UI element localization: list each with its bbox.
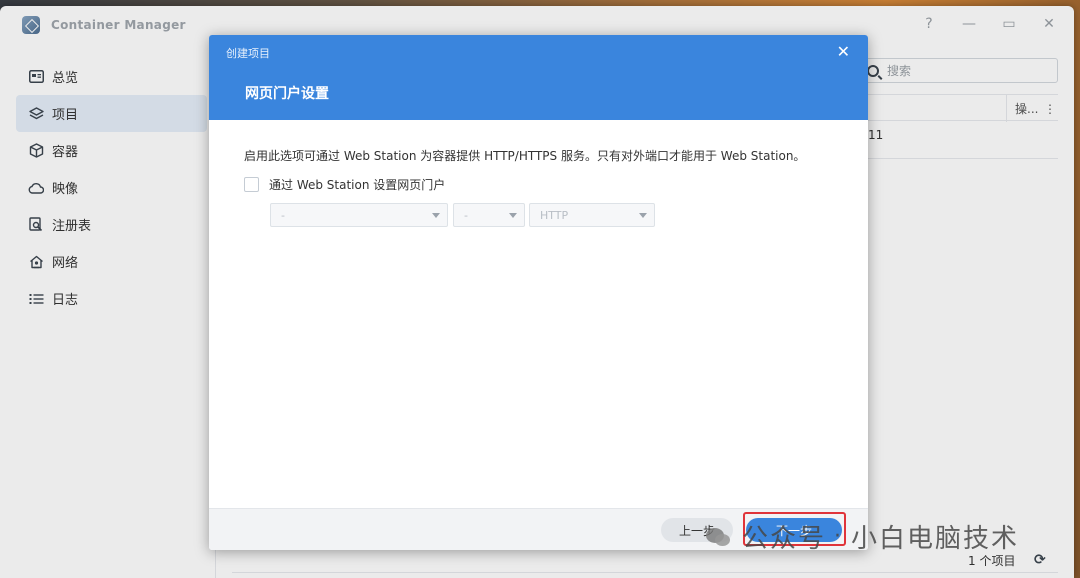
port-select[interactable]: - (453, 203, 525, 227)
close-icon[interactable]: ✕ (837, 42, 850, 61)
watermark-part1: 公众号 (742, 524, 827, 554)
chevron-down-icon (432, 213, 440, 218)
description-text: 启用此选项可通过 Web Station 为容器提供 HTTP/HTTPS 服务… (244, 149, 806, 163)
dialog-body: 启用此选项可通过 Web Station 为容器提供 HTTP/HTTPS 服务… (209, 120, 868, 508)
web-station-option[interactable]: 通过 Web Station 设置网页门户 (244, 176, 445, 193)
watermark: 公众号 · 小白电脑技术 (706, 518, 1019, 555)
watermark-separator: · (834, 524, 844, 549)
host-select[interactable]: - (270, 203, 448, 227)
port-select-value: - (464, 208, 468, 222)
web-station-checkbox-label[interactable]: 通过 Web Station 设置网页门户 (269, 176, 445, 193)
dialog-caption: 创建项目 (226, 47, 270, 60)
dialog-title: 网页门户设置 (245, 86, 329, 102)
wechat-icon (706, 526, 732, 548)
create-project-dialog: 创建项目 ✕ 网页门户设置 启用此选项可通过 Web Station 为容器提供… (209, 35, 868, 550)
watermark-part2: 小白电脑技术 (851, 524, 1020, 554)
host-select-value: - (281, 208, 285, 222)
protocol-select[interactable]: HTTP (529, 203, 655, 227)
chevron-down-icon (639, 213, 647, 218)
protocol-select-value: HTTP (540, 208, 569, 222)
chevron-down-icon (509, 213, 517, 218)
dialog-header: 创建项目 ✕ 网页门户设置 (209, 35, 868, 120)
web-station-checkbox[interactable] (244, 177, 259, 192)
